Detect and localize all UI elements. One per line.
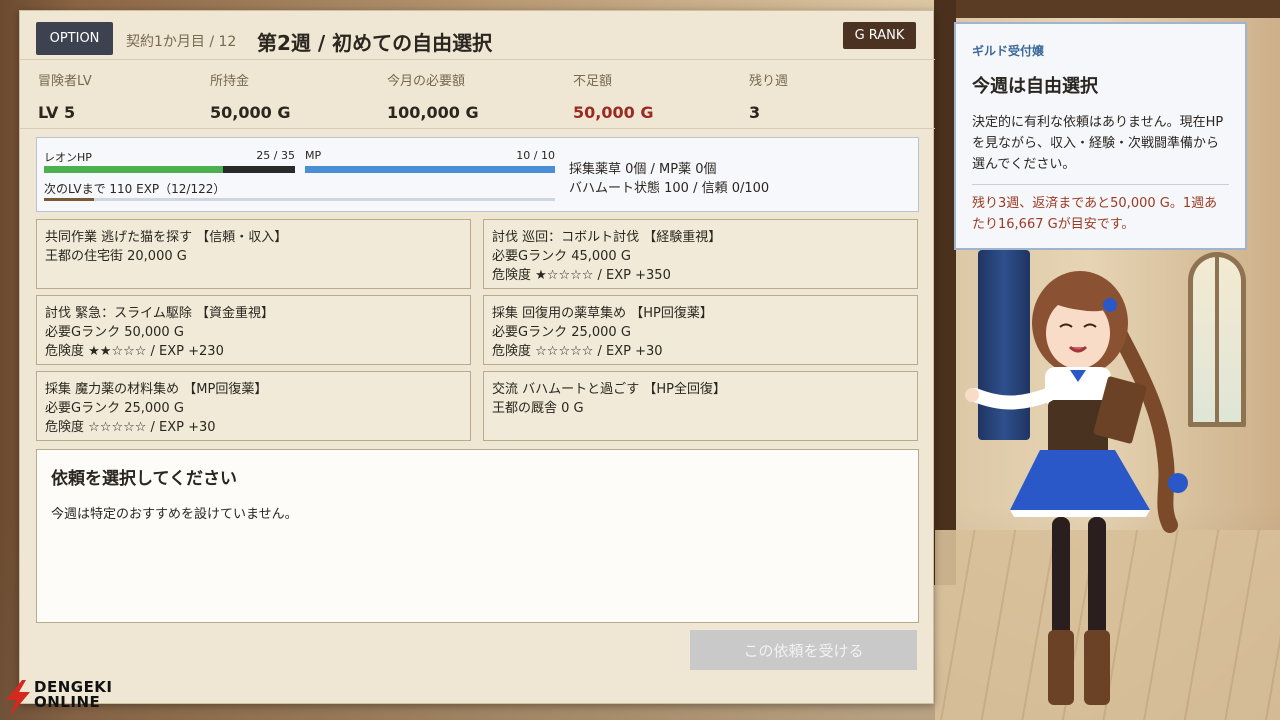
inventory-text: 採集薬草 0個 / MP薬 0個	[569, 162, 717, 177]
quest-info: 必要Gランク 25,000 G	[45, 401, 184, 416]
mp-value: 10 / 10	[516, 149, 555, 162]
quest-card-cat-search[interactable]: 共同作業 逃げた猫を探す 【信頼・収入】 王都の住宅街 20,000 G	[36, 219, 471, 289]
background-beam-top	[956, 0, 1280, 18]
stats-row: 冒険者LV LV 5 所持金 50,000 G 今月の必要額 100,000 G…	[20, 59, 935, 129]
quest-detail-panel: 依頼を選択してください 今週は特定のおすすめを設けていません。	[36, 449, 919, 623]
stat-level: 冒険者LV LV 5	[38, 70, 92, 122]
watermark-line2: ONLINE	[34, 693, 101, 711]
contract-period: 契約1か月目 / 12	[126, 34, 237, 50]
guild-advice-card: ギルド受付嬢 今週は自由選択 決定的に有利な依頼はありません。現在HPを見ながら…	[954, 22, 1247, 250]
quest-risk: 危険度 ☆☆☆☆☆ / EXP +30	[45, 420, 216, 435]
quest-title: 共同作業 逃げた猫を探す 【信頼・収入】	[45, 230, 288, 245]
guild-rank-badge: G RANK	[843, 22, 916, 49]
stat-value: 100,000 G	[387, 103, 479, 122]
quest-card-herbs[interactable]: 採集 回復用の薬草集め 【HP回復薬】 必要Gランク 25,000 G 危険度 …	[483, 295, 918, 365]
quest-card-bahamut[interactable]: 交流 バハムートと過ごす 【HP全回復】 王都の厩舎 0 G	[483, 371, 918, 441]
stat-label: 冒険者LV	[38, 74, 92, 89]
option-button[interactable]: OPTION	[36, 22, 113, 55]
stat-value: 50,000 G	[210, 103, 291, 122]
watermark-text: DENGEKI ONLINE	[34, 680, 113, 710]
stat-label: 所持金	[210, 74, 250, 89]
quest-title: 交流 バハムートと過ごす 【HP全回復】	[492, 382, 727, 397]
quest-info: 王都の厩舎 0 G	[492, 401, 584, 416]
speaker-name: ギルド受付嬢	[972, 44, 1045, 58]
stat-shortfall: 不足額 50,000 G	[573, 70, 653, 122]
accept-quest-button[interactable]: この依頼を受ける	[690, 630, 917, 670]
advice-body: 決定的に有利な依頼はありません。現在HPを見ながら、収入・経験・次戦闘準備から選…	[972, 115, 1224, 172]
stat-label: 残り週	[749, 74, 789, 89]
quest-title: 討伐 巡回：コボルト討伐 【経験重視】	[492, 230, 722, 245]
dengeki-logo-icon	[6, 680, 30, 716]
quest-title: 採集 魔力薬の材料集め 【MP回復薬】	[45, 382, 268, 397]
hp-label: レオンHP	[44, 151, 92, 164]
stat-value: 50,000 G	[573, 103, 654, 122]
exp-text: 次のLVまで 110 EXP（12/122）	[44, 182, 226, 196]
bahamut-status-text: バハムート状態 100 / 信頼 0/100	[569, 181, 770, 196]
stat-money: 所持金 50,000 G	[210, 70, 290, 122]
quest-info: 必要Gランク 25,000 G	[492, 325, 631, 340]
quest-card-slime[interactable]: 討伐 緊急：スライム駆除 【資金重視】 必要Gランク 50,000 G 危険度 …	[36, 295, 471, 365]
quest-info: 必要Gランク 45,000 G	[492, 249, 631, 264]
detail-text: 今週は特定のおすすめを設けていません。	[51, 507, 298, 522]
detail-title: 依頼を選択してください	[51, 469, 237, 489]
stat-value: 3	[749, 103, 761, 122]
quest-card-mana-materials[interactable]: 採集 魔力薬の材料集め 【MP回復薬】 必要Gランク 25,000 G 危険度 …	[36, 371, 471, 441]
hp-bar	[44, 166, 295, 173]
mp-bar-fill	[305, 166, 555, 173]
page-title: 第2週 / 初めての自由選択	[257, 31, 493, 55]
quest-title: 採集 回復用の薬草集め 【HP回復薬】	[492, 306, 713, 321]
stat-label: 不足額	[573, 74, 613, 89]
quest-risk: 危険度 ★★☆☆☆ / EXP +230	[45, 344, 224, 359]
quest-risk: 危険度 ☆☆☆☆☆ / EXP +30	[492, 344, 663, 359]
mp-bar	[305, 166, 555, 173]
stat-weeks-left: 残り週 3	[749, 70, 788, 122]
quest-info: 必要Gランク 50,000 G	[45, 325, 184, 340]
hp-value: 25 / 35	[256, 149, 295, 162]
quest-info: 王都の住宅街 20,000 G	[45, 249, 187, 264]
advice-divider	[972, 184, 1229, 185]
quest-risk: 危険度 ★☆☆☆☆ / EXP +350	[492, 268, 671, 283]
advice-title: 今週は自由選択	[972, 76, 1098, 97]
advice-warning: 残り3週、返済まであと50,000 G。1週あたり16,667 Gが目安です。	[972, 196, 1218, 232]
background-beam	[934, 0, 956, 585]
exp-bar	[44, 198, 555, 201]
hp-bar-fill	[44, 166, 224, 173]
stat-value: LV 5	[38, 103, 76, 122]
exp-bar-fill	[44, 198, 95, 201]
quest-title: 討伐 緊急：スライム駆除 【資金重視】	[45, 306, 275, 321]
stat-label: 今月の必要額	[387, 74, 466, 89]
quest-board-panel: OPTION 契約1か月目 / 12 第2週 / 初めての自由選択 G RANK…	[19, 10, 935, 704]
status-box: レオンHP 25 / 35 MP 10 / 10 次のLVまで 110 EXP（…	[36, 137, 919, 212]
quest-card-kobold[interactable]: 討伐 巡回：コボルト討伐 【経験重視】 必要Gランク 45,000 G 危険度 …	[483, 219, 918, 289]
guild-receptionist-character	[965, 271, 1188, 705]
stat-required: 今月の必要額 100,000 G	[387, 70, 479, 122]
mp-label: MP	[305, 149, 322, 162]
